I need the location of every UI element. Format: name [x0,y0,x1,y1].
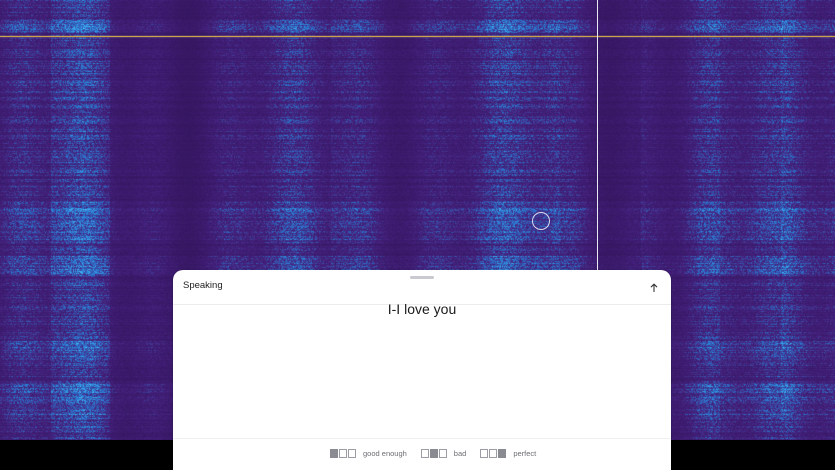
marker-line[interactable] [0,36,835,37]
rating-box [429,449,438,458]
rating-options: good enough bad perfect [330,449,536,458]
rating-bad[interactable]: bad [420,449,467,458]
rating-box [420,449,429,458]
rating-box [480,449,489,458]
collapse-button[interactable] [647,280,661,294]
rating-box [339,449,347,458]
rating-label: perfect [513,449,537,458]
rating-perfect[interactable]: perfect [480,449,536,458]
drag-handle-icon[interactable] [410,276,434,279]
rating-box [438,449,447,458]
rating-label: good enough [363,449,407,458]
rating-boxes-icon [420,449,448,458]
rating-boxes-icon [480,449,507,458]
transcript-text: I-I love you [387,301,457,317]
rating-good-enough[interactable]: good enough [330,449,407,458]
playhead-line[interactable] [597,0,598,270]
rating-footer: good enough bad perfect [173,438,671,470]
speaking-panel: Speaking I-I love you good enough bad perf… [173,270,671,470]
rating-label: bad [453,449,467,458]
cursor-ring-icon [532,212,550,230]
arrow-up-icon [650,283,658,292]
rating-box [498,449,507,458]
panel-title: Speaking [183,280,223,291]
app-stage: Speaking I-I love you good enough bad perf… [0,0,835,470]
rating-box [348,449,356,458]
rating-box [489,449,498,458]
rating-boxes-icon [330,449,357,458]
rating-box [330,449,338,458]
